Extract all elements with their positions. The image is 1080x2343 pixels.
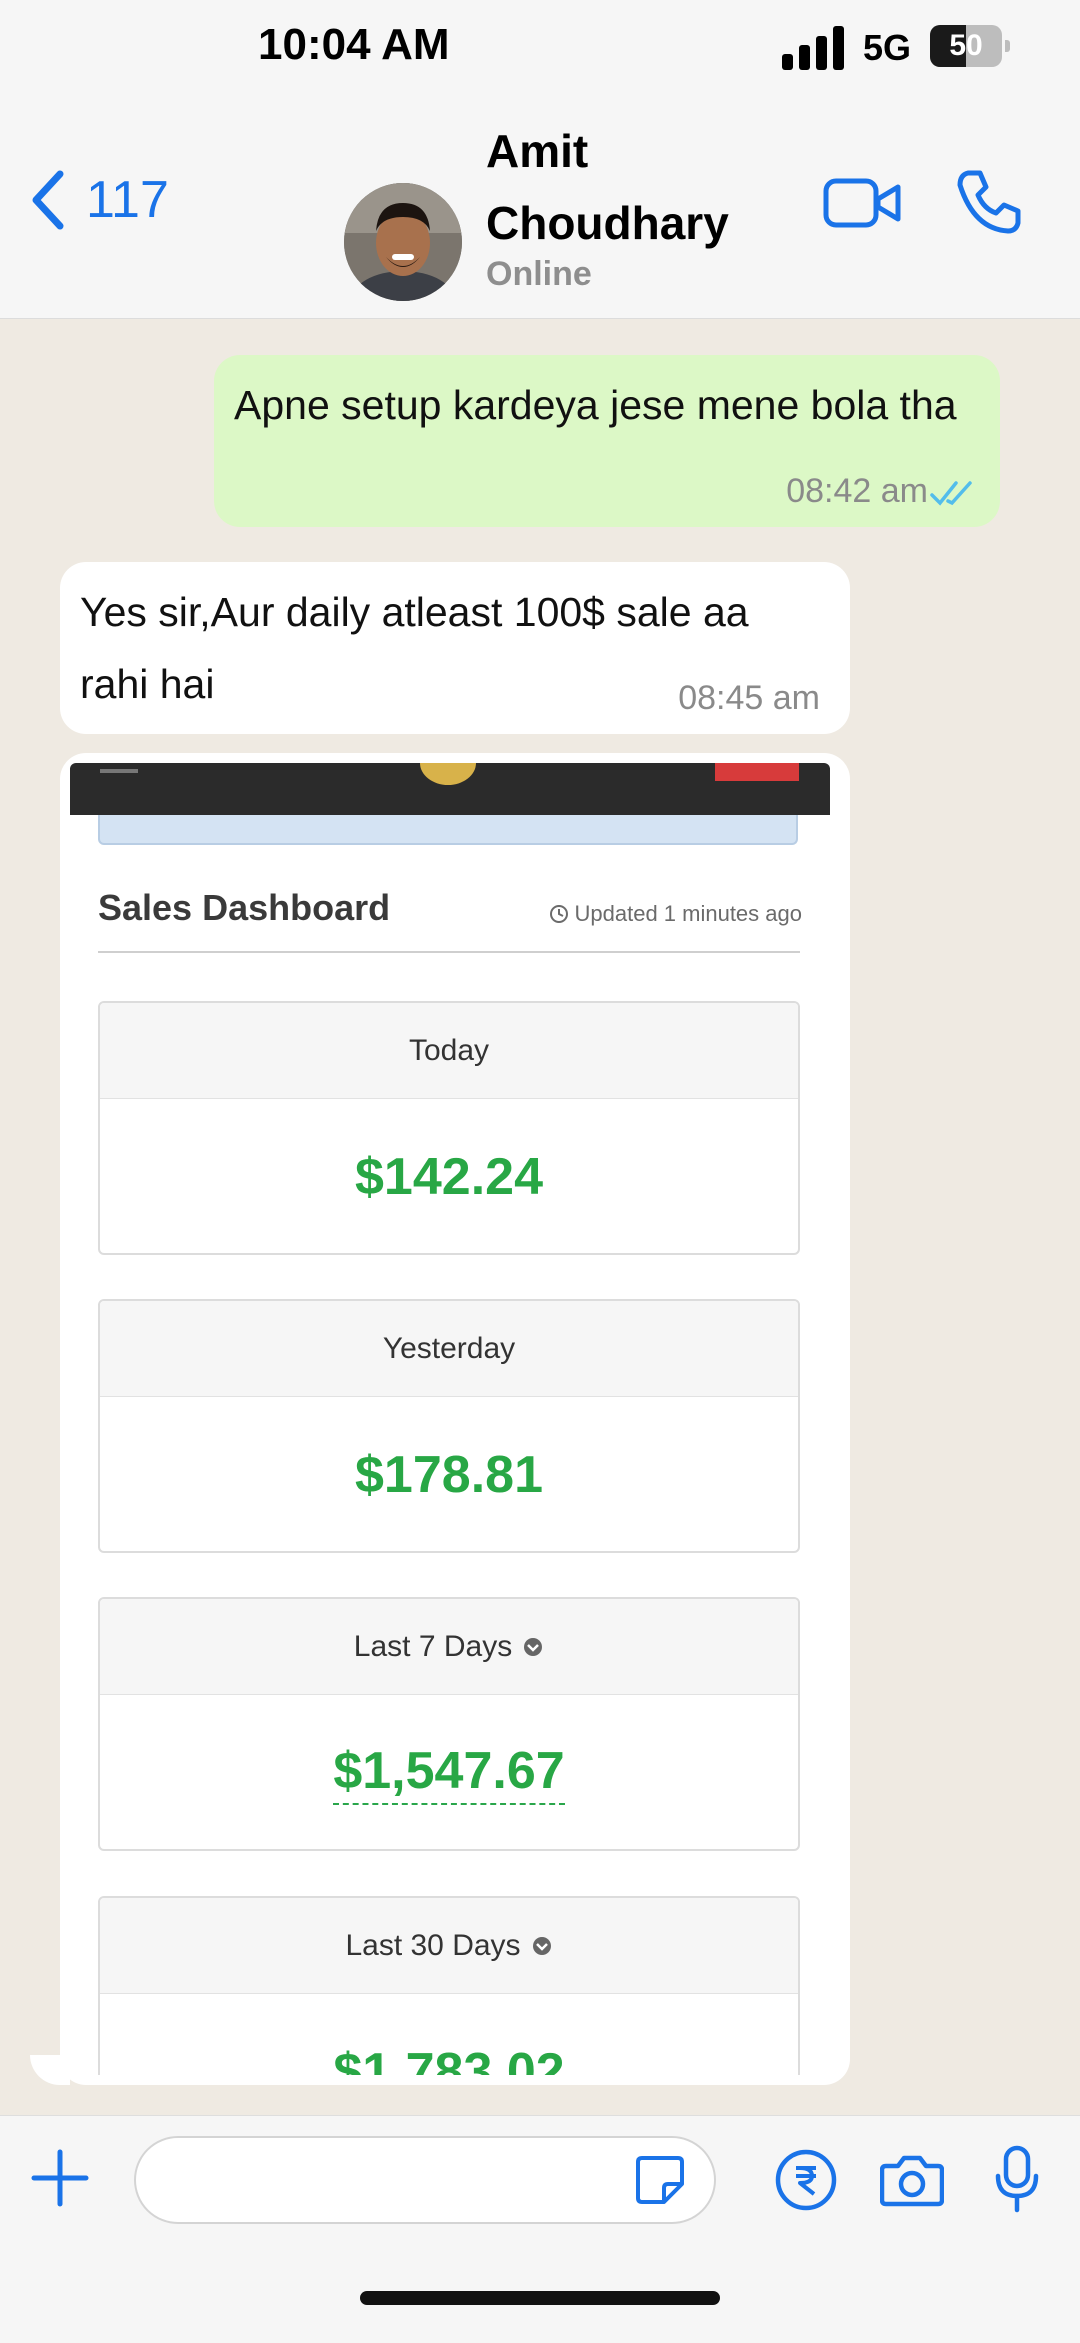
message-time: 08:42 am — [786, 472, 928, 510]
card-value: $1,547.67 — [333, 1741, 565, 1805]
dashboard-title: Sales Dashboard — [98, 887, 391, 928]
camera-icon[interactable] — [880, 2150, 944, 2210]
outgoing-message[interactable]: Apne setup kardeya jese mene bola tha 08… — [214, 355, 1000, 527]
video-call-icon[interactable] — [822, 173, 902, 233]
input-bar — [0, 2115, 1080, 2343]
status-bar: 10:04 AM 5G 50 — [0, 0, 1080, 95]
chevron-down-circle-icon — [524, 1637, 543, 1656]
updated-label: Updated 1 minutes ago — [549, 901, 803, 927]
plus-icon[interactable] — [30, 2148, 90, 2208]
screenshot-alert-strip — [98, 815, 798, 845]
image-message[interactable]: Sales Dashboard Updated 1 minutes ago To… — [60, 753, 850, 2085]
unread-count: 117 — [86, 171, 169, 229]
avatar[interactable] — [344, 183, 462, 301]
chevron-left-icon — [32, 170, 64, 230]
phone-icon[interactable] — [954, 167, 1024, 237]
incoming-message[interactable]: Yes sir,Aur daily atleast 100$ sale aa r… — [60, 562, 850, 734]
message-text: Yes sir,Aur daily atleast 100$ sale aa r… — [80, 589, 749, 707]
card-value: $142.24 — [355, 1148, 543, 1206]
rupee-payment-icon[interactable] — [774, 2148, 838, 2212]
card-label: Today — [408, 1033, 490, 1067]
battery-percent: 50 — [949, 29, 983, 62]
updated-text: Updated 1 minutes ago — [574, 901, 803, 926]
message-text: Apne setup kardeya jese mene bola tha — [234, 382, 957, 428]
card-label: Last 7 Days — [353, 1629, 513, 1663]
divider — [98, 951, 800, 953]
sales-card-today: Today $142.24 — [98, 1001, 800, 1255]
contact-name[interactable]: Amit Choudhary — [486, 115, 786, 259]
back-button[interactable]: 117 — [28, 165, 169, 235]
read-ticks-icon — [930, 481, 972, 506]
card-value: $178.81 — [355, 1446, 543, 1504]
sales-card-last-7-days: Last 7 Days $1,547.67 — [98, 1597, 800, 1851]
sticker-icon[interactable] — [632, 2152, 688, 2208]
card-value: $1,783.02 — [333, 2043, 565, 2075]
network-type: 5G — [863, 27, 912, 68]
screenshot-topbar — [70, 763, 830, 815]
bubble-tail — [30, 2055, 70, 2085]
battery-icon: 50 — [930, 25, 1010, 67]
dashboard-screenshot: Sales Dashboard Updated 1 minutes ago To… — [70, 763, 830, 2075]
card-label: Yesterday — [382, 1331, 516, 1365]
chat-header: 117 Amit Choudhary Online — [0, 95, 1080, 319]
sales-card-last-30-days: Last 30 Days $1,783.02 — [98, 1896, 800, 2075]
contact-status: Online — [486, 255, 592, 293]
microphone-icon[interactable] — [992, 2144, 1042, 2214]
home-indicator[interactable] — [360, 2291, 720, 2305]
card-label: Last 30 Days — [345, 1928, 521, 1962]
chat-area[interactable]: Apne setup kardeya jese mene bola tha 08… — [0, 319, 1080, 2115]
status-time: 10:04 AM — [258, 20, 450, 69]
signal-icon — [782, 26, 844, 70]
contact-photo — [344, 183, 462, 301]
message-input[interactable] — [134, 2136, 716, 2224]
message-time: 08:45 am — [678, 679, 820, 717]
chevron-down-circle-icon — [532, 1936, 551, 1955]
clock-icon — [549, 905, 568, 923]
sales-card-yesterday: Yesterday $178.81 — [98, 1299, 800, 1553]
